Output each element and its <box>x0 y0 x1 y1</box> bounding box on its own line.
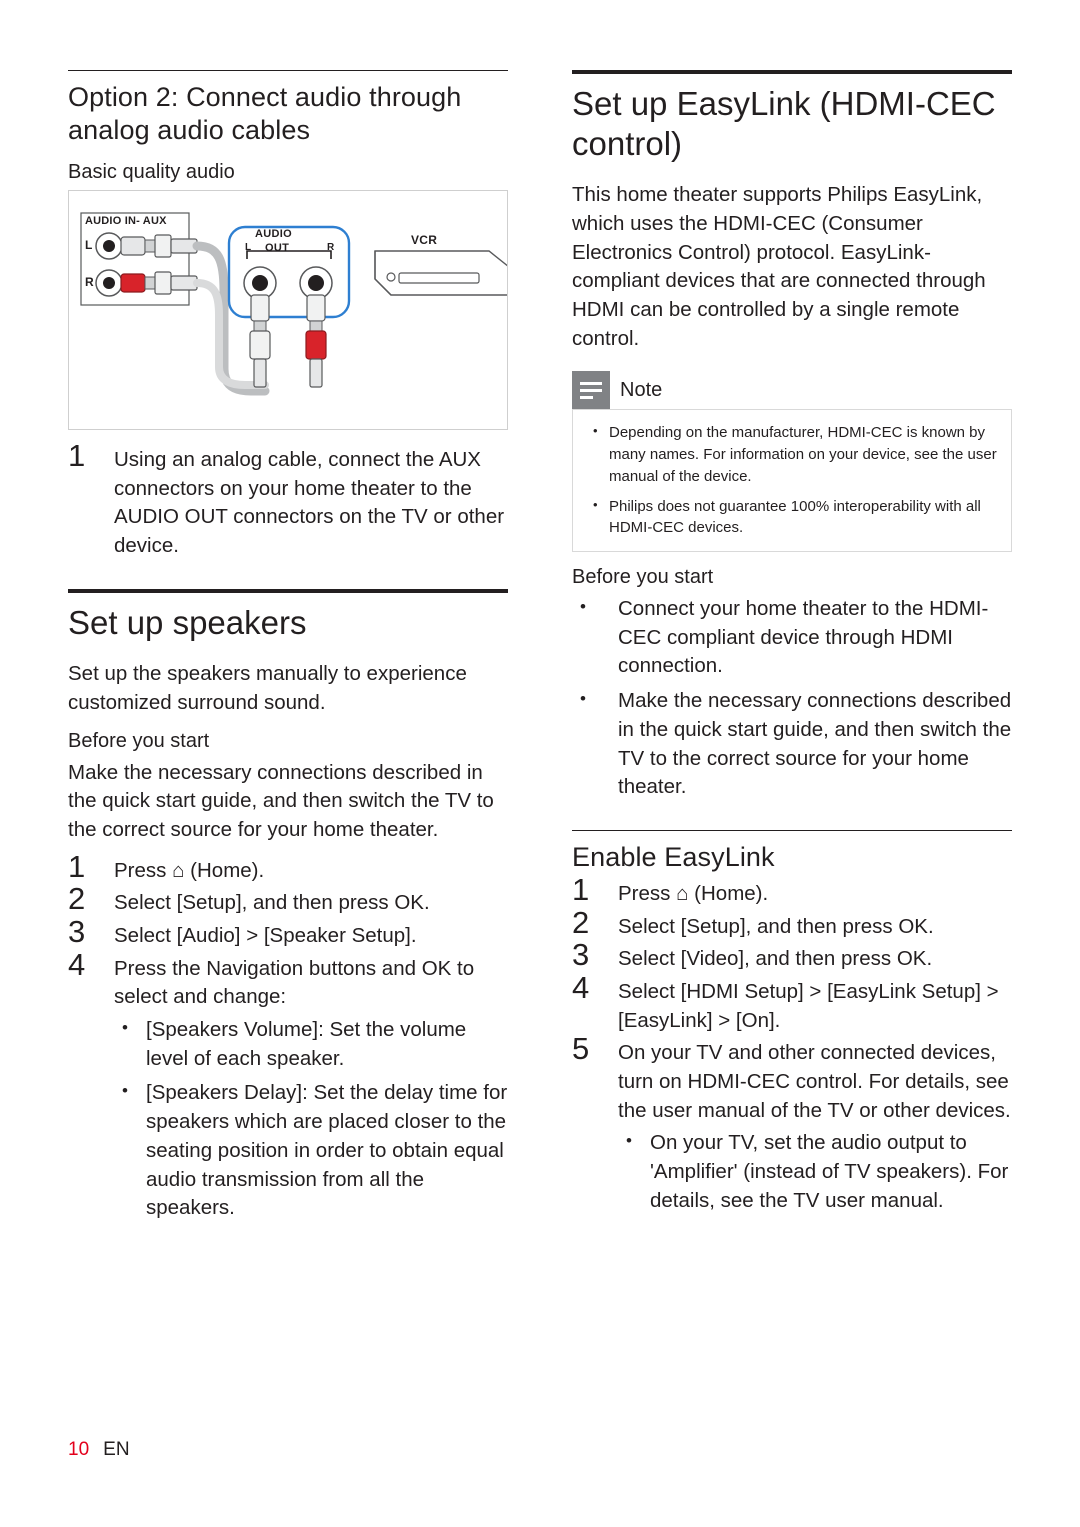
speakers-bullet-list: [Speakers Volume]: Set the volume level … <box>114 1016 508 1223</box>
step-text: Select [Video], and then press OK. <box>618 947 933 971</box>
list-item: [Speakers Delay]: Set the delay time for… <box>114 1079 508 1222</box>
heading-enable-easylink: Enable EasyLink <box>572 841 775 872</box>
figure-label-r: R <box>85 274 94 289</box>
note-icon <box>572 371 610 410</box>
list-item: [Speakers Volume]: Set the volume level … <box>114 1016 508 1073</box>
list-item: 4 Select [HDMI Setup] > [EasyLink Setup]… <box>572 972 1012 1035</box>
subtitle-basic-quality-audio: Basic quality audio <box>68 160 235 183</box>
list-item: 5 On your TV and other connected devices… <box>572 1033 1012 1125</box>
note-label: Note <box>620 378 663 401</box>
step-text: Using an analog cable, connect the AUX c… <box>114 447 505 557</box>
before-you-start-bullets: Connect your home theater to the HDMI-CE… <box>572 595 1012 802</box>
note-box: Note Depending on the manufacturer, HDMI… <box>572 371 1012 553</box>
figure-analog-audio-connection: AUDIO IN- AUX L R AUDIO OUT L R VCR <box>68 189 508 430</box>
figure-label-out-r: R <box>327 241 335 253</box>
step-text: On your TV and other connected devices, … <box>618 1041 1011 1122</box>
divider-top-left <box>68 70 508 71</box>
step-text: Select [Setup], and then press OK. <box>618 914 934 938</box>
step-number: 4 <box>68 946 86 982</box>
heading-set-up-easylink: Set up EasyLink (HDMI-CEC control) <box>572 85 996 162</box>
step-number: 4 <box>572 969 590 1005</box>
step-text: Press ⌂ (Home). <box>114 858 265 882</box>
figure-label-audio-in-aux: AUDIO IN- AUX <box>85 214 167 227</box>
page-footer: 10 EN <box>68 1439 130 1461</box>
step-text: Press ⌂ (Home). <box>618 881 769 905</box>
divider-top-right <box>572 70 1012 74</box>
list-item: 1 Press ⌂ (Home). <box>572 874 1012 909</box>
speakers-intro: Set up the speakers manually to experien… <box>68 662 467 714</box>
step-text: Press the Navigation buttons and OK to s… <box>114 956 475 1009</box>
step-number: 5 <box>572 1031 590 1067</box>
list-item: Make the necessary connections described… <box>572 687 1012 802</box>
list-item: 3 Select [Video], and then press OK. <box>572 939 1012 974</box>
divider-set-up-speakers <box>68 588 508 593</box>
step-number: 3 <box>68 914 86 950</box>
figure-label-out: OUT <box>265 241 290 254</box>
list-item: On your TV, set the audio output to 'Amp… <box>618 1129 1012 1215</box>
list-item: Depending on the manufacturer, HDMI-CEC … <box>587 422 997 487</box>
figure-label-audio: AUDIO <box>255 227 292 240</box>
before-you-start-left-text: Make the necessary connections described… <box>68 760 494 841</box>
list-item: 1 Press ⌂ (Home). <box>68 851 508 886</box>
before-you-start-left: Before you start <box>68 729 210 752</box>
list-item: 2 Select [Setup], and then press OK. <box>572 907 1012 942</box>
easylink-sub-bullet-list: On your TV, set the audio output to 'Amp… <box>618 1129 1012 1215</box>
easylink-intro: This home theater supports Philips EasyL… <box>572 183 986 350</box>
heading-set-up-speakers: Set up speakers <box>68 603 307 641</box>
step-number: 1 <box>572 871 590 907</box>
list-item: 1 Using an analog cable, connect the AUX… <box>68 440 508 561</box>
step-number: 2 <box>68 881 86 917</box>
list-item: 3 Select [Audio] > [Speaker Setup]. <box>68 916 508 951</box>
step-number: 1 <box>68 848 86 884</box>
step-number: 3 <box>572 937 590 973</box>
list-item: 4 Press the Navigation buttons and OK to… <box>68 949 508 1012</box>
right-column: Set up EasyLink (HDMI-CEC control) This … <box>572 70 1012 1221</box>
figure-label-out-l: L <box>245 241 252 253</box>
section-title-option2: Option 2: Connect audio through analog a… <box>68 82 462 145</box>
step-number: 2 <box>572 904 590 940</box>
step-number: 1 <box>68 437 86 473</box>
note-body: Depending on the manufacturer, HDMI-CEC … <box>572 409 1012 553</box>
left-step-list: 1 Using an analog cable, connect the AUX… <box>68 440 508 561</box>
figure-label-l: L <box>85 237 93 252</box>
figure-label-vcr: VCR <box>411 232 438 247</box>
step-text: Select [HDMI Setup] > [EasyLink Setup] >… <box>618 979 999 1032</box>
document-page: Option 2: Connect audio through analog a… <box>0 0 1080 1527</box>
before-you-start-right: Before you start <box>572 566 714 589</box>
page-number: 10 <box>68 1439 90 1460</box>
left-column: Option 2: Connect audio through analog a… <box>68 70 508 1229</box>
speakers-step-list: 1 Press ⌂ (Home). 2 Select [Setup], and … <box>68 851 508 1012</box>
list-item: Connect your home theater to the HDMI-CE… <box>572 595 1012 681</box>
list-item: 2 Select [Setup], and then press OK. <box>68 883 508 918</box>
step-text: Select [Audio] > [Speaker Setup]. <box>114 924 417 948</box>
page-language: EN <box>103 1439 130 1460</box>
list-item: Philips does not guarantee 100% interope… <box>587 496 997 540</box>
note-header: Note <box>572 371 1012 410</box>
easylink-step-list: 1 Press ⌂ (Home). 2 Select [Setup], and … <box>572 874 1012 1126</box>
step-text: Select [Setup], and then press OK. <box>114 891 430 915</box>
divider-enable-easylink <box>572 829 1012 831</box>
